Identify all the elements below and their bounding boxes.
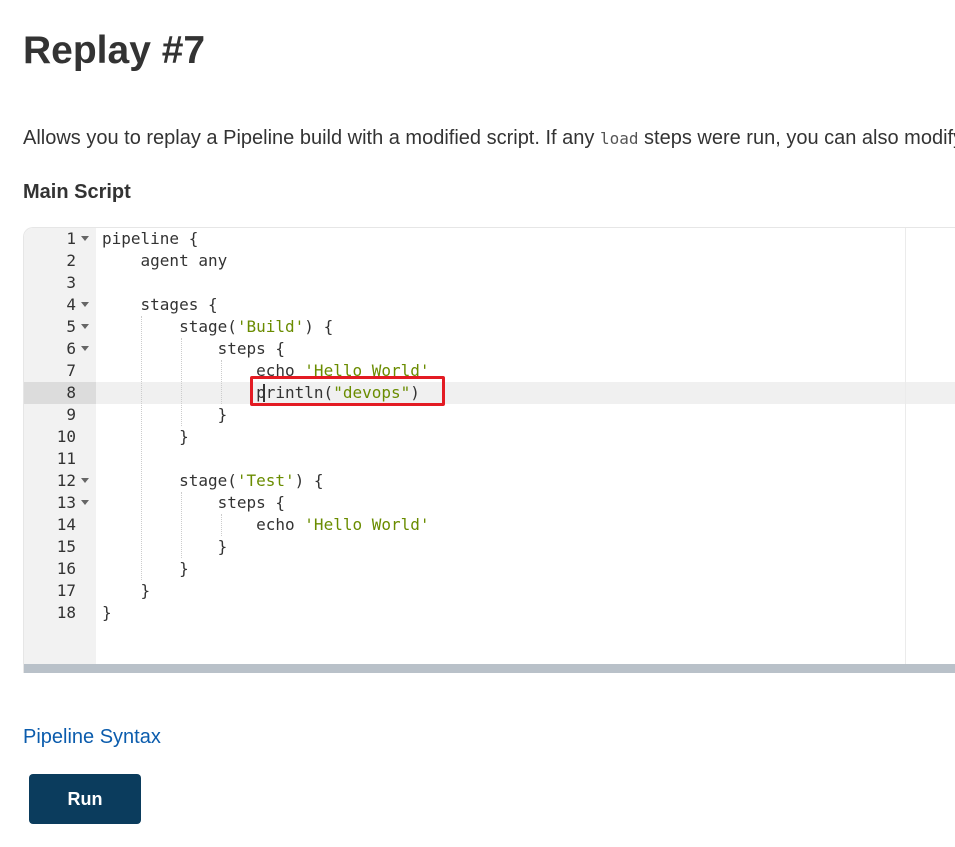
code-line[interactable]: 7 echo 'Hello World' <box>24 360 955 382</box>
line-number: 3 <box>66 273 76 292</box>
line-number: 10 <box>56 427 76 446</box>
code-line[interactable]: 14 echo 'Hello World' <box>24 514 955 536</box>
code-text: } <box>102 580 151 602</box>
horizontal-scrollbar[interactable] <box>24 664 955 673</box>
code-token: } <box>102 537 228 556</box>
line-number: 17 <box>56 581 76 600</box>
code-token: steps { <box>102 493 286 512</box>
code-text: stage('Build') { <box>102 316 333 338</box>
code-line[interactable]: 1 pipeline { <box>24 228 955 250</box>
code-token: stage( <box>102 317 237 336</box>
code-text: steps { <box>102 338 285 360</box>
fold-toggle-icon[interactable] <box>81 324 89 329</box>
main-script-title: Main Script <box>23 181 131 203</box>
line-number: 5 <box>66 317 76 336</box>
code-text: echo 'Hello World' <box>102 514 430 536</box>
code-text: } <box>102 426 189 448</box>
code-line[interactable]: 2 agent any <box>24 250 955 272</box>
description-text-end: steps were run, you can also modify thei… <box>644 127 955 149</box>
highlight-annotation-box <box>250 376 445 406</box>
pipeline-syntax-link[interactable]: Pipeline Syntax <box>23 723 161 751</box>
fold-toggle-icon[interactable] <box>81 236 89 241</box>
line-number: 11 <box>56 449 76 468</box>
fold-toggle-icon[interactable] <box>81 478 89 483</box>
code-token: } <box>102 603 112 622</box>
code-line[interactable]: 11 <box>24 448 955 470</box>
line-number: 1 <box>66 229 76 248</box>
line-number: 6 <box>66 339 76 358</box>
code-line[interactable]: 15 } <box>24 536 955 558</box>
code-line[interactable]: 10 } <box>24 426 955 448</box>
string-token: 'Build' <box>236 317 305 336</box>
line-number: 7 <box>66 361 76 380</box>
code-text: pipeline { <box>102 228 198 250</box>
line-number: 8 <box>66 383 76 402</box>
code-token: ) { <box>294 471 324 490</box>
code-token: ) { <box>304 317 334 336</box>
code-line[interactable]: 9 } <box>24 404 955 426</box>
line-number: 14 <box>56 515 76 534</box>
code-line[interactable]: 3 <box>24 272 955 294</box>
code-token: stage( <box>102 471 237 490</box>
code-token: stages { <box>102 295 218 314</box>
string-token: 'Hello World' <box>304 515 430 534</box>
code-token: } <box>102 427 189 446</box>
code-token: pipeline { <box>102 229 199 248</box>
line-number: 12 <box>56 471 76 490</box>
code-line[interactable]: 17 } <box>24 580 955 602</box>
code-token: } <box>102 559 189 578</box>
line-number: 4 <box>66 295 76 314</box>
code-line[interactable]: 16 } <box>24 558 955 580</box>
code-line[interactable]: 12 stage('Test') { <box>24 470 955 492</box>
code-text: agent any <box>102 250 228 272</box>
line-number: 9 <box>66 405 76 424</box>
fold-toggle-icon[interactable] <box>81 302 89 307</box>
script-editor[interactable]: 1 pipeline {2 agent any 3 4 stages {5 stage… <box>23 227 955 673</box>
page-title: Replay #7 <box>23 29 206 72</box>
code-text: } <box>102 404 228 426</box>
code-text: stage('Test') { <box>102 470 324 492</box>
code-text: } <box>102 536 228 558</box>
code-line[interactable]: 18} <box>24 602 955 624</box>
code-line[interactable]: 6 steps { <box>24 338 955 360</box>
code-text: } <box>102 558 189 580</box>
code-text: steps { <box>102 492 285 514</box>
line-number: 16 <box>56 559 76 578</box>
code-token: } <box>102 405 228 424</box>
line-number: 15 <box>56 537 76 556</box>
code-line[interactable]: 4 stages { <box>24 294 955 316</box>
code-text: stages { <box>102 294 218 316</box>
code-text: } <box>102 602 112 624</box>
page-description: Allows you to replay a Pipeline build wi… <box>23 124 955 153</box>
code-line[interactable]: 13 steps { <box>24 492 955 514</box>
fold-toggle-icon[interactable] <box>81 500 89 505</box>
code-token: } <box>102 581 151 600</box>
code-token: steps { <box>102 339 286 358</box>
fold-toggle-icon[interactable] <box>81 346 89 351</box>
line-number: 13 <box>56 493 76 512</box>
line-number: 18 <box>56 603 76 622</box>
description-code: load <box>599 129 639 148</box>
code-token: agent any <box>102 251 228 270</box>
code-token: echo <box>102 515 305 534</box>
code-line[interactable]: 8 println("devops") <box>24 382 955 404</box>
string-token: 'Test' <box>236 471 295 490</box>
run-button[interactable]: Run <box>29 774 141 824</box>
line-number: 2 <box>66 251 76 270</box>
code-line[interactable]: 5 stage('Build') { <box>24 316 955 338</box>
description-text: Allows you to replay a Pipeline build wi… <box>23 127 600 149</box>
